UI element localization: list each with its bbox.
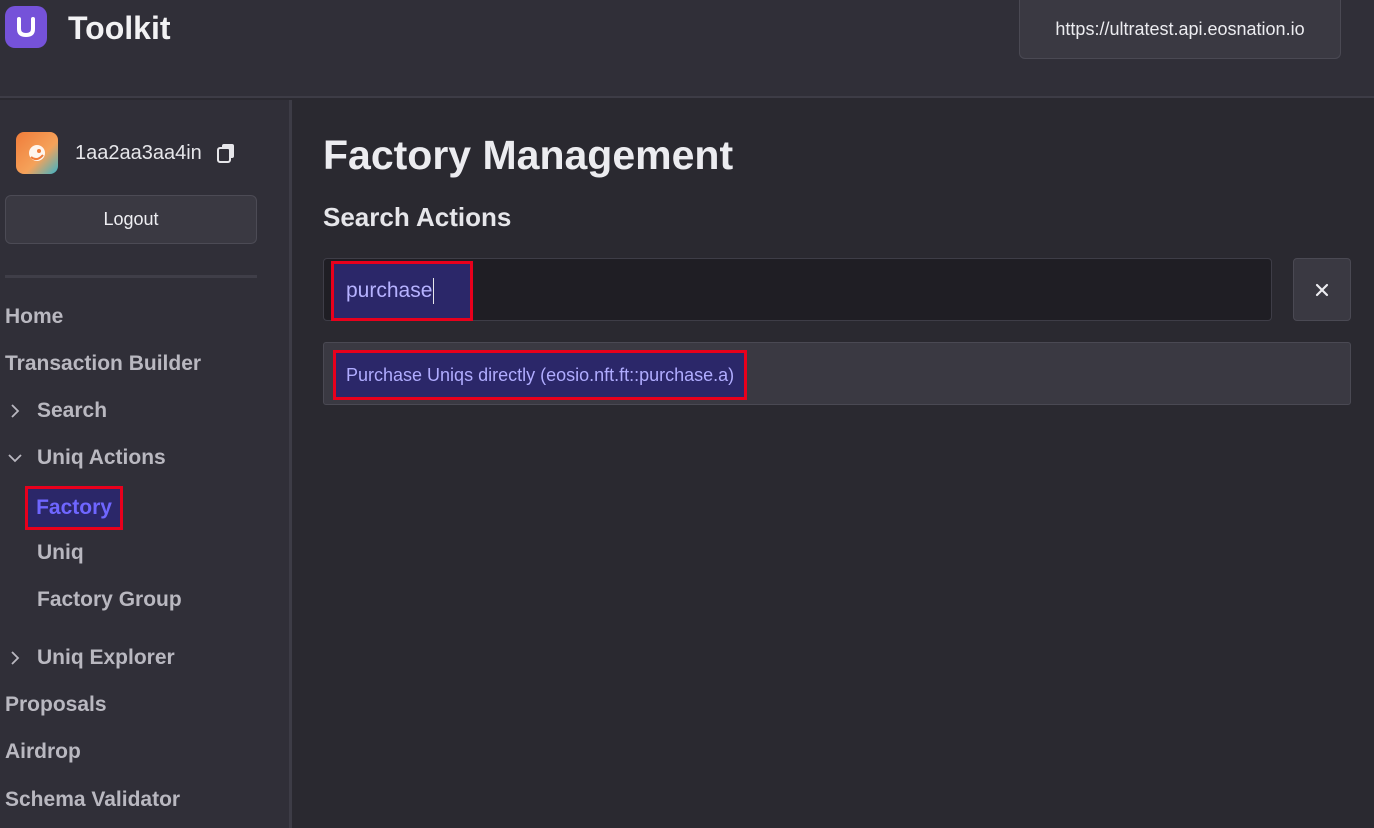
nav-uniq-explorer[interactable]: Uniq Explorer — [37, 645, 175, 671]
sidebar: 1aa2aa3aa4in Logout Home Transaction Bui… — [0, 100, 292, 828]
sidebar-divider — [5, 275, 257, 278]
search-input-value: purchase — [346, 279, 433, 302]
close-icon — [1315, 283, 1329, 296]
account-name: 1aa2aa3aa4in — [75, 141, 202, 164]
nav-factory[interactable]: Factory — [25, 486, 123, 530]
text-caret — [433, 278, 435, 304]
account-info: 1aa2aa3aa4in — [16, 132, 236, 174]
nav-uniq[interactable]: Uniq — [37, 540, 84, 566]
search-input[interactable]: purchase — [323, 258, 1272, 321]
nav-schema-validator[interactable]: Schema Validator — [5, 787, 180, 813]
logout-label: Logout — [103, 209, 159, 229]
nav-transaction-builder[interactable]: Transaction Builder — [5, 351, 201, 377]
top-header: Toolkit https://ultratest.api.eosnation.… — [0, 0, 1374, 98]
search-result-item[interactable]: Purchase Uniqs directly (eosio.nft.ft::p… — [333, 350, 748, 400]
logout-button[interactable]: Logout — [5, 195, 257, 244]
endpoint-label: https://ultratest.api.eosnation.io — [1055, 18, 1305, 39]
search-results: Purchase Uniqs directly (eosio.nft.ft::p… — [323, 342, 1351, 405]
nav-search[interactable]: Search — [37, 398, 107, 424]
page-title: Factory Management — [323, 132, 734, 178]
chevron-right-icon[interactable] — [8, 398, 22, 424]
nav-factory-group[interactable]: Factory Group — [37, 587, 182, 613]
avatar-creature-icon — [29, 145, 45, 161]
nav-proposals[interactable]: Proposals — [5, 692, 107, 718]
nav-factory-label: Factory — [36, 496, 112, 519]
section-title: Search Actions — [323, 202, 512, 232]
copy-icon[interactable] — [216, 142, 236, 164]
avatar — [16, 132, 58, 174]
app-title: Toolkit — [68, 10, 171, 46]
search-input-highlight[interactable]: purchase — [331, 261, 473, 321]
chevron-down-icon[interactable] — [8, 445, 22, 471]
endpoint-selector[interactable]: https://ultratest.api.eosnation.io — [1019, 0, 1341, 59]
nav-home[interactable]: Home — [5, 304, 63, 330]
clear-search-button[interactable] — [1293, 258, 1351, 321]
chevron-right-icon[interactable] — [8, 645, 22, 671]
nav-uniq-actions[interactable]: Uniq Actions — [37, 445, 166, 471]
nav-airdrop[interactable]: Airdrop — [5, 739, 81, 765]
search-result-label: Purchase Uniqs directly (eosio.nft.ft::p… — [346, 364, 735, 385]
toolkit-logo-icon[interactable] — [5, 6, 47, 48]
